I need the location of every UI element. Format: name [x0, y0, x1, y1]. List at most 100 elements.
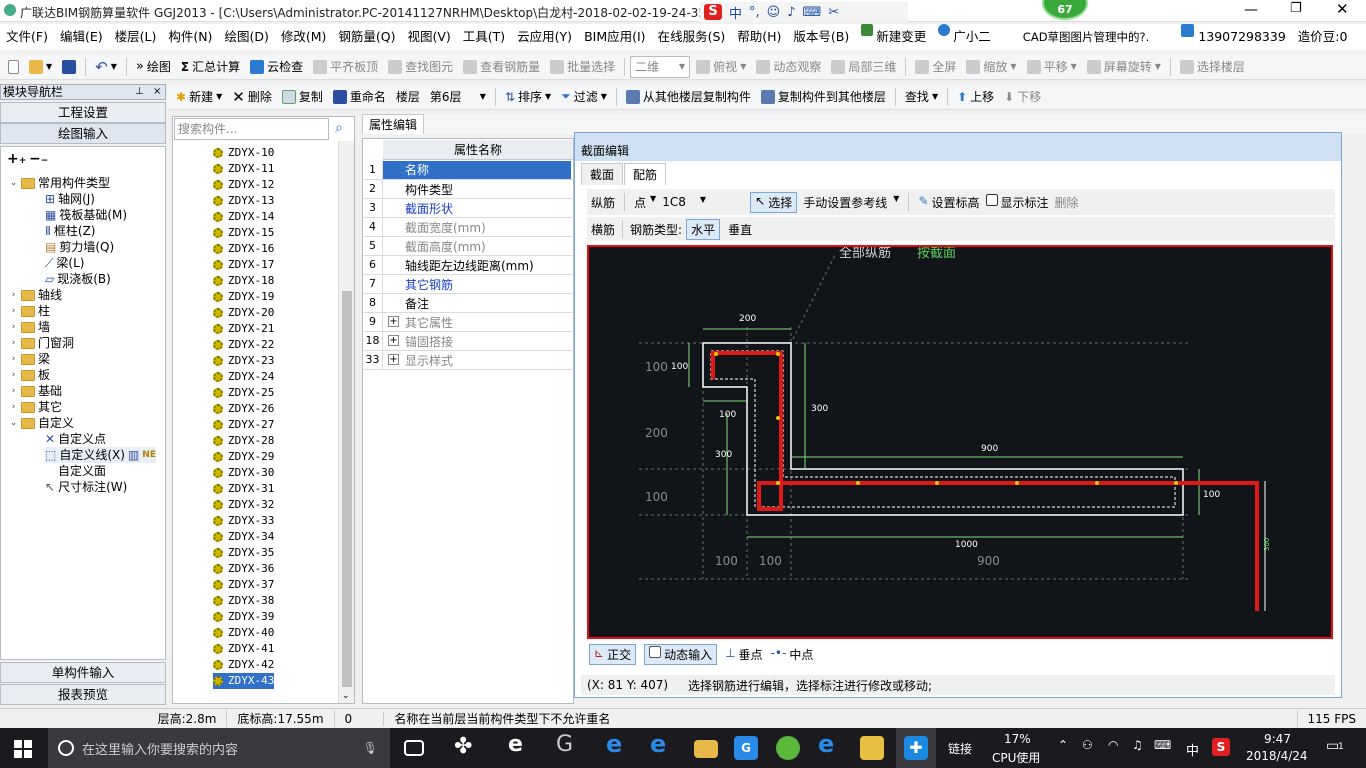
dim-label[interactable]: 300 — [715, 450, 732, 460]
minimize-button[interactable]: — — [1244, 2, 1258, 18]
tree-node-col[interactable]: › 柱 — [9, 303, 50, 319]
copy-from-floor-button[interactable]: 从其他楼层复制构件 — [622, 86, 755, 108]
filter-button[interactable]: ⏷ 过滤 ▼ — [557, 86, 611, 108]
component-item[interactable]: ZDYX-41 — [213, 641, 274, 657]
tree-node-wall[interactable]: › 墙 — [9, 319, 50, 335]
menu-cloud[interactable]: 云应用(Y) — [511, 24, 578, 50]
delete-button[interactable]: ✕ 删除 — [228, 86, 276, 108]
rebar-spec-select[interactable]: 1C8 ▼ — [662, 195, 744, 209]
floor-select[interactable]: 第6层 ▼ — [426, 86, 490, 108]
component-item[interactable]: ZDYX-27 — [213, 417, 274, 433]
volume-icon[interactable]: ♫ — [1132, 738, 1143, 752]
clock-date[interactable]: 2018/4/24 — [1246, 749, 1308, 763]
rebar-point[interactable] — [776, 416, 780, 420]
sort-button[interactable]: ⇅ 排序 ▼ — [501, 86, 555, 108]
component-item[interactable]: ZDYX-20 — [213, 305, 274, 321]
active-app-highlight[interactable]: ✚ — [896, 728, 936, 768]
menu-file[interactable]: 文件(F) — [0, 24, 54, 50]
search-button[interactable]: ⌕ — [331, 118, 353, 140]
manual-ref-line-button[interactable]: 手动设置参考线 ▼ — [803, 194, 899, 211]
rebar-point[interactable] — [1095, 481, 1099, 485]
midpoint-button[interactable]: -•- 中点 — [771, 646, 814, 663]
green-browser-icon[interactable] — [776, 736, 800, 760]
component-item[interactable]: ZDYX-28 — [213, 433, 274, 449]
pan-button[interactable]: 平移 ▼ — [1023, 56, 1081, 78]
tree-node-custom[interactable]: ⌄ 自定义 — [9, 415, 74, 431]
tree-node-other[interactable]: › 其它 — [9, 399, 62, 415]
rebar-point[interactable] — [1174, 481, 1178, 485]
people-icon[interactable]: ⚇ — [1082, 738, 1093, 752]
cloud-check-button[interactable]: 云检查 — [246, 56, 307, 78]
batch-select-button[interactable]: 批量选择 — [546, 56, 619, 78]
tree-node-beams[interactable]: › 梁 — [9, 351, 50, 367]
component-search-input[interactable]: 搜索构件... — [174, 118, 329, 140]
edge-icon[interactable]: e — [606, 730, 630, 758]
horizontal-button[interactable]: 水平 — [686, 218, 721, 240]
component-item[interactable]: ZDYX-19 — [213, 289, 274, 305]
show-label-button[interactable]: 显示标注 — [985, 193, 1049, 211]
dim-label[interactable]: 200 — [739, 314, 756, 324]
tree-node-axis-grid[interactable]: ⊞ 轴网(J) — [45, 191, 95, 207]
menu-beans[interactable]: 造价豆:0 — [1292, 24, 1354, 50]
dynamic-input-button[interactable]: 动态输入 — [644, 643, 718, 665]
menu-rebar-qty[interactable]: 钢筋量(Q) — [332, 24, 401, 50]
close-button[interactable]: ✕ — [1336, 0, 1349, 18]
move-up-button[interactable]: ⬆ 上移 — [953, 86, 998, 108]
browser-swirl-icon[interactable]: G — [556, 732, 580, 757]
component-item[interactable]: ZDYX-30 — [213, 465, 274, 481]
component-item[interactable]: ZDYX-21 — [213, 321, 274, 337]
fan-app-icon[interactable]: ✤ — [454, 734, 478, 759]
menu-online[interactable]: 在线服务(S) — [652, 24, 732, 50]
drawing-input-button[interactable]: 绘图输入 — [0, 123, 166, 144]
ie-blue-icon[interactable]: e — [650, 730, 674, 758]
component-item[interactable]: ZDYX-25 — [213, 385, 274, 401]
component-item[interactable]: ZDYX-40 — [213, 625, 274, 641]
close-icon[interactable]: × — [153, 85, 161, 99]
component-list-scrollbar[interactable]: ⌄ — [338, 141, 354, 703]
component-item[interactable]: ZDYX-36 — [213, 561, 274, 577]
new-file-button[interactable] — [4, 56, 23, 78]
tab-reinforcement[interactable]: 配筋 — [624, 163, 667, 185]
scroll-thumb[interactable] — [342, 291, 352, 687]
open-file-button[interactable]: ▼ — [25, 56, 56, 78]
ime-chinese-icon[interactable]: 中 — [729, 3, 742, 22]
point-mode-select[interactable]: 点 ▼ — [634, 194, 656, 211]
property-row[interactable]: 33 + 显示样式 — [363, 351, 573, 370]
project-settings-button[interactable]: 工程设置 — [0, 102, 166, 123]
keyboard-icon[interactable]: ⌨ — [803, 5, 822, 20]
component-item[interactable]: ZDYX-31 — [213, 481, 274, 497]
tree-node-axis[interactable]: › 轴线 — [9, 287, 62, 303]
expand-all-icon[interactable]: ++ — [7, 151, 26, 167]
property-row[interactable]: 1 名称 — [363, 161, 573, 180]
move-down-button[interactable]: ⬇ 下移 — [1000, 86, 1045, 108]
dim-label[interactable]: 100 — [1203, 490, 1220, 500]
expand-plus-icon[interactable]: + — [388, 316, 399, 327]
taskbar-search[interactable]: 在这里输入你要搜索的内容 🎙 — [48, 728, 390, 768]
tools-icon[interactable]: ✂ — [828, 5, 839, 20]
view-mode-select[interactable]: 二维 ▼ — [630, 55, 691, 78]
menu-bim[interactable]: BIM应用(I) — [578, 24, 652, 50]
menu-modify[interactable]: 修改(M) — [275, 24, 333, 50]
ie-yellow-icon[interactable]: e — [818, 730, 842, 758]
component-item[interactable]: ZDYX-11 — [213, 161, 274, 177]
tree-node-beam[interactable]: ⟋ 梁(L) — [45, 255, 84, 271]
component-item[interactable]: ZDYX-12 — [213, 177, 274, 193]
menu-floor[interactable]: 楼层(L) — [109, 24, 163, 50]
property-row[interactable]: 6 轴线距左边线距离(mm) — [363, 256, 573, 275]
dim-label[interactable]: 900 — [981, 444, 998, 454]
tree-node-opening[interactable]: › 门窗洞 — [9, 335, 74, 351]
ie-icon[interactable]: e — [508, 732, 532, 757]
menu-assistant[interactable]: 广小二 — [932, 24, 997, 50]
align-slab-top-button[interactable]: 平齐板顶 — [309, 56, 382, 78]
keyboard-tray-icon[interactable]: ⌨ — [1154, 738, 1171, 752]
tree-node-raft[interactable]: ▦ 筏板基础(M) — [45, 207, 127, 223]
menu-cad-tip[interactable]: CAD草图图片管理中的?. — [1017, 24, 1156, 50]
tree-node-common[interactable]: ⌄ 常用构件类型 — [9, 175, 110, 191]
component-item[interactable]: ZDYX-33 — [213, 513, 274, 529]
by-section-note[interactable]: 按截面 — [917, 247, 956, 261]
wifi-icon[interactable]: ◠ — [1108, 738, 1118, 752]
view-rebar-qty-button[interactable]: 查看钢筋量 — [459, 56, 544, 78]
tray-chevron-icon[interactable]: ⌃ — [1058, 738, 1068, 752]
expand-plus-icon[interactable]: + — [388, 354, 399, 365]
section-canvas[interactable]: 200 100 100 300 300 900 100 1000 200 100… — [587, 245, 1333, 639]
